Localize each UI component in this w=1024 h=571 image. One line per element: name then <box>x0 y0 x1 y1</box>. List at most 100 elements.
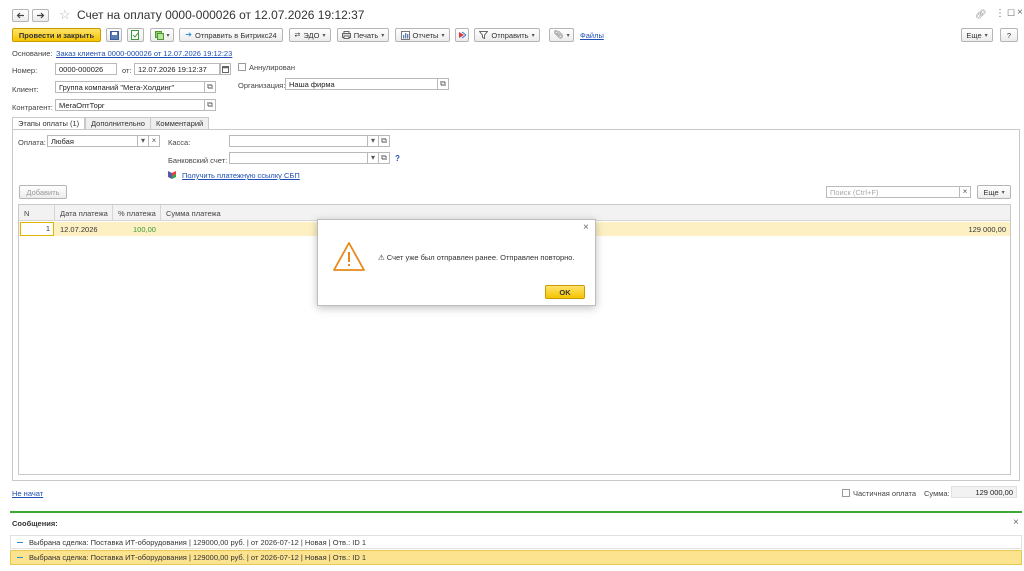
star-icon[interactable]: ☆ <box>59 8 71 21</box>
organization-open-button[interactable]: ⧉ <box>438 78 449 90</box>
chevron-down-icon: ▾ <box>441 32 445 39</box>
bitrix-icon: ➔ <box>185 30 192 39</box>
annulled-checkbox[interactable] <box>238 63 246 71</box>
dialog-message: ⚠ Счет уже был отправлен ранее. Отправле… <box>378 253 575 262</box>
warning-icon <box>332 241 366 274</box>
payment-label: Оплата: <box>18 138 46 147</box>
contractor-label: Контрагент: <box>12 103 53 112</box>
sbp-link[interactable]: Получить платежную ссылку СБП <box>182 171 300 180</box>
chevron-down-icon: ▾ <box>381 32 385 39</box>
create-based-icon <box>154 30 164 40</box>
bank-help-icon[interactable]: ? <box>395 154 400 163</box>
play-icon <box>458 31 466 39</box>
calendar-icon <box>222 65 229 73</box>
print-button[interactable]: Печать ▾ <box>337 28 389 42</box>
client-label: Клиент: <box>12 85 39 94</box>
more-button[interactable]: Еще ▾ <box>961 28 993 42</box>
cash-dropdown-button[interactable]: ▾ <box>368 135 379 147</box>
ok-button[interactable]: OK <box>545 285 585 299</box>
message-text: Выбрана сделка: Поставка ИТ-оборудования… <box>29 553 367 562</box>
open-icon: ⧉ <box>440 79 446 88</box>
warning-dialog: × ⚠ Счет уже был отправлен ранее. Отправ… <box>317 219 596 306</box>
status-link[interactable]: Не начат <box>12 489 43 498</box>
cash-field[interactable] <box>229 135 368 147</box>
client-field[interactable]: Группа компаний "Мега-Холдинг" <box>55 81 205 93</box>
date-field[interactable]: 12.07.2026 19:12:37 <box>134 63 220 75</box>
contractor-field[interactable]: МегаОптТорг <box>55 99 205 111</box>
ext-action-button[interactable] <box>455 28 469 42</box>
basis-link[interactable]: Заказ клиента 0000-000026 от 12.07.2026 … <box>56 49 232 58</box>
payment-dropdown-button[interactable]: ▾ <box>138 135 149 147</box>
basis-label: Основание: <box>12 49 53 58</box>
send-button[interactable]: Отправить ▾ <box>474 28 540 42</box>
message-text: Выбрана сделка: Поставка ИТ-оборудования… <box>29 538 367 547</box>
row-n-cell[interactable]: 1 <box>20 222 54 236</box>
organization-label: Организация: <box>238 81 286 90</box>
partial-payment-label: Частичная оплата <box>853 489 917 498</box>
row-date-cell: 12.07.2026 <box>60 225 98 234</box>
forward-button[interactable] <box>32 9 49 22</box>
messages-close-icon[interactable]: × <box>1013 518 1019 528</box>
cash-open-button[interactable]: ⧉ <box>379 135 390 147</box>
col-date-header: Дата платежа <box>60 209 108 218</box>
sbp-icon <box>168 171 176 179</box>
search-input[interactable]: Поиск (Ctrl+F) <box>826 186 960 198</box>
back-button[interactable] <box>12 9 29 22</box>
edo-icon: ⇄ <box>294 31 301 39</box>
payment-type-field[interactable]: Любая <box>47 135 138 147</box>
paperclip-icon: 📎︎ <box>553 30 564 39</box>
send-filter-icon <box>479 31 489 39</box>
number-field[interactable]: 0000-000026 <box>55 63 117 75</box>
messages-divider <box>10 511 1022 513</box>
client-open-button[interactable]: ⧉ <box>205 81 216 93</box>
organization-field[interactable]: Наша фирма <box>285 78 438 90</box>
link-icon[interactable]: 🔗︎ <box>975 10 986 19</box>
open-icon: ⧉ <box>207 82 213 91</box>
arrow-left-icon <box>16 12 25 19</box>
reports-button[interactable]: Отчеты ▾ <box>395 28 450 42</box>
files-link[interactable]: Файлы <box>580 31 604 40</box>
dialog-close-icon[interactable]: × <box>583 223 589 233</box>
open-icon: ⧉ <box>381 136 387 145</box>
post-document-icon <box>131 30 140 40</box>
save-icon <box>109 30 119 40</box>
bank-open-button[interactable]: ⧉ <box>379 152 390 164</box>
help-button[interactable]: ? <box>1000 28 1018 42</box>
col-percent-header: % платежа <box>118 209 156 218</box>
save-button[interactable] <box>106 28 122 42</box>
post-and-close-button[interactable]: Провести и закрыть <box>12 28 101 42</box>
bank-dropdown-button[interactable]: ▾ <box>368 152 379 164</box>
chevron-down-icon: ▾ <box>140 136 145 145</box>
calendar-button[interactable] <box>220 63 231 75</box>
chevron-down-icon: ▾ <box>166 32 170 39</box>
bank-account-label: Банковский счет: <box>168 156 228 165</box>
table-more-button[interactable]: Еще ▾ <box>977 185 1011 199</box>
more-vertical-icon[interactable]: ⋮ <box>995 9 1005 19</box>
add-button[interactable]: Добавить <box>19 185 67 199</box>
chevron-down-icon: ▾ <box>531 32 535 39</box>
printer-icon <box>341 31 351 39</box>
partial-payment-checkbox[interactable] <box>842 489 850 497</box>
bank-account-field[interactable] <box>229 152 368 164</box>
chevron-down-icon: ▾ <box>370 153 375 162</box>
send-bitrix-button[interactable]: ➔ Отправить в Битрикс24 <box>179 28 283 42</box>
contractor-open-button[interactable]: ⧉ <box>205 99 216 111</box>
payment-clear-button[interactable]: × <box>149 135 160 147</box>
annulled-label: Аннулирован <box>249 63 295 72</box>
row-amount-cell: 129 000,00 <box>968 225 1006 234</box>
tab-additional[interactable]: Дополнительно <box>85 117 151 129</box>
chevron-down-icon: ▾ <box>1001 189 1005 196</box>
open-icon: ⧉ <box>207 100 213 109</box>
close-icon[interactable]: × <box>1017 8 1023 18</box>
sum-label: Сумма: <box>924 489 950 498</box>
post-button[interactable] <box>127 28 144 42</box>
create-based-on-button[interactable]: ▾ <box>150 28 174 42</box>
attach-button[interactable]: 📎︎ ▾ <box>549 28 574 42</box>
tab-comment[interactable]: Комментарий <box>150 117 210 129</box>
col-amount-header: Сумма платежа <box>166 209 221 218</box>
date-from-label: от: <box>122 66 132 75</box>
edo-button[interactable]: ⇄ ЭДО ▾ <box>289 28 331 42</box>
search-clear-button[interactable]: × <box>960 186 971 198</box>
maximize-icon[interactable]: ☐ <box>1007 9 1015 18</box>
sum-field: 129 000,00 <box>951 486 1017 498</box>
